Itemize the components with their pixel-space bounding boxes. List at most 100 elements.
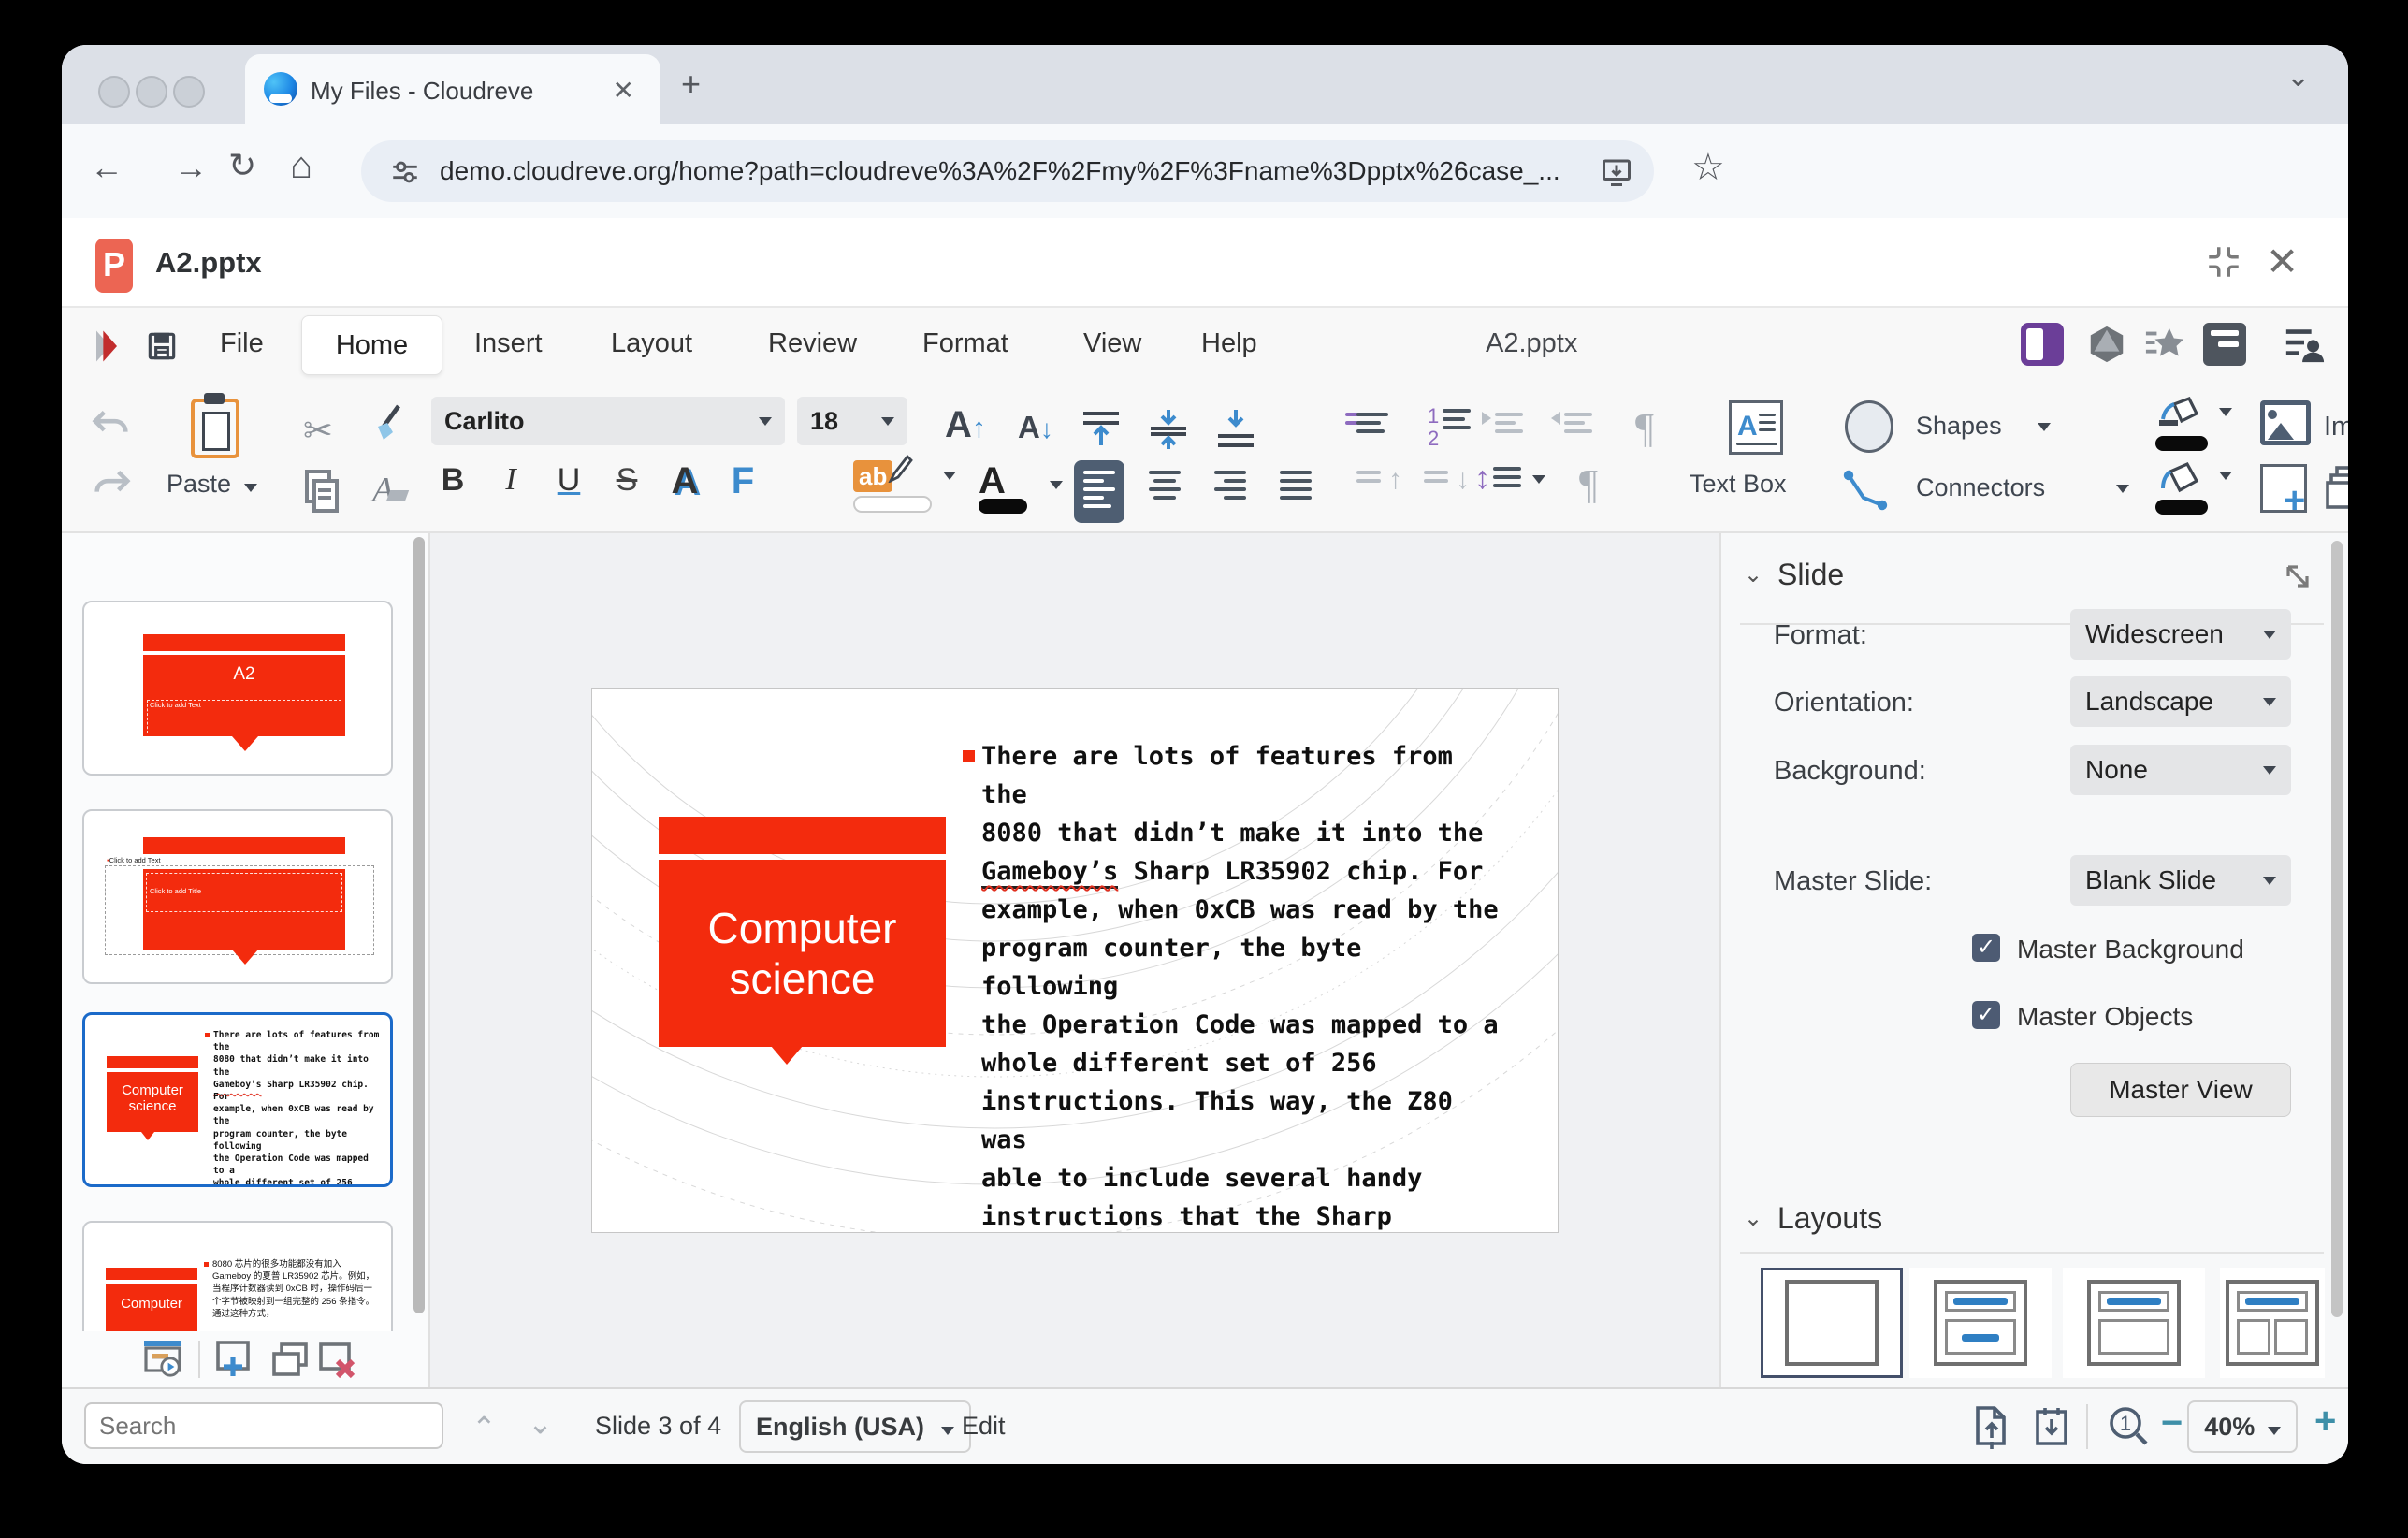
save-icon[interactable] [144,328,180,364]
background-select[interactable]: None [2070,745,2291,795]
slide-title-banner[interactable] [659,817,946,854]
duplicate-slide-button[interactable] [268,1339,312,1382]
underline-button[interactable]: U [547,462,590,499]
layout-option-title-subtitle[interactable] [1909,1268,2052,1378]
master-objects-checkbox[interactable]: ✓ [1972,1001,2000,1029]
numbering-button[interactable]: 12 [1429,404,1471,440]
slide-body-text[interactable]: There are lots of features from the 8080… [981,737,1505,1233]
delete-slide-button[interactable] [315,1339,358,1382]
line-spacing-button[interactable]: ↕ [1493,462,1521,497]
forward-icon[interactable]: → [174,151,208,184]
bullets-button[interactable] [1356,408,1388,443]
search-input[interactable] [84,1402,443,1449]
favorites-star-plugin-icon[interactable] [2144,323,2187,366]
superscript-a-button[interactable]: A [663,460,706,502]
master-background-checkbox[interactable]: ✓ [1972,934,2000,962]
shapes-icon[interactable] [1845,400,1893,453]
slide-title-box[interactable]: Computerscience [659,860,946,1047]
start-slideshow-icon[interactable] [140,1339,185,1380]
new-tab-button[interactable]: + [681,67,701,101]
align-middle-icon[interactable] [1145,408,1192,451]
site-info-icon[interactable] [389,156,421,188]
close-viewer-icon[interactable]: ✕ [2266,239,2299,284]
align-bottom-icon[interactable] [1212,408,1259,451]
image-label[interactable]: Ima [2324,412,2348,443]
align-right-button[interactable] [1214,466,1246,509]
layout-option-blank-selected[interactable] [1761,1268,1903,1378]
find-next-icon[interactable]: ⌃ [528,1404,553,1440]
shape-outline-color-button[interactable] [2155,397,2208,451]
shape-fill-color-button[interactable] [2155,460,2208,515]
window-close-button[interactable] [98,76,130,108]
zoom-level-select[interactable]: 40% [2187,1400,2298,1453]
slide-thumbnail-2[interactable]: ▪Click to add Text Click to add Title [82,809,393,984]
menu-insert[interactable]: Insert [474,328,543,359]
shapes-caret-icon[interactable] [2038,423,2051,431]
connectors-icon[interactable] [1841,468,1892,515]
copy-style-icon[interactable] [369,404,410,449]
layouts-section-chevron-icon[interactable]: ⌄ [1744,1205,1762,1232]
move-paragraph-up-icon[interactable]: ↑ [1356,466,1381,492]
slide-thumbnail-1[interactable]: A2 Click to add Text [82,601,393,776]
window-minimize-button[interactable] [136,76,167,108]
macros-card-icon[interactable] [2203,323,2246,366]
image-icon[interactable] [2260,400,2311,445]
url-text[interactable]: demo.cloudreve.org/home?path=cloudreve%3… [440,156,1560,186]
align-justify-button[interactable] [1280,466,1312,509]
slide-section-chevron-icon[interactable]: ⌄ [1744,561,1762,588]
menu-format[interactable]: Format [922,328,1008,359]
font-size-select[interactable]: 18 [797,397,907,445]
format-select[interactable]: Widescreen [2070,609,2291,660]
fit-slide-icon[interactable] [1970,1404,2013,1451]
paste-label[interactable]: Paste [167,470,257,499]
orientation-select[interactable]: Landscape [2070,676,2291,727]
insert-paragraph-icon[interactable]: ¶ [1635,404,1654,452]
cut-icon[interactable]: ✂ [303,410,333,452]
back-icon[interactable]: ← [90,151,123,184]
clear-style-icon[interactable]: A [372,470,407,511]
add-slide-icon[interactable]: + [2260,464,2307,513]
move-paragraph-down-icon[interactable]: ↓ [1424,466,1448,492]
fit-width-icon[interactable] [2030,1404,2073,1451]
layout-option-two-content[interactable] [2220,1268,2325,1378]
font-color-button[interactable]: A [979,460,1027,514]
menu-file[interactable]: File [220,328,264,359]
home-icon[interactable]: ⌂ [290,147,312,184]
align-left-button[interactable] [1074,460,1124,523]
layout-option-title-content[interactable] [2063,1268,2205,1378]
master-view-button[interactable]: Master View [2070,1063,2291,1117]
paragraph-settings-icon[interactable]: ¶ [1579,460,1598,508]
tab-search-chevron-icon[interactable]: ⌄ [2286,64,2310,92]
settings-scrollbar[interactable] [2331,541,2343,1317]
zoom-out-button[interactable]: − [2161,1402,2183,1444]
connectors-label[interactable]: Connectors [1916,473,2045,502]
shapes-label[interactable]: Shapes [1916,412,2002,441]
align-top-icon[interactable] [1078,408,1124,451]
collapse-icon[interactable] [2204,242,2243,282]
redo-icon[interactable] [90,466,133,503]
slide-layout-icon[interactable] [2326,464,2348,513]
connectors-caret-icon[interactable] [2116,485,2129,493]
align-center-button[interactable] [1149,466,1181,509]
thumbnails-scrollbar[interactable] [413,537,425,1313]
install-app-icon[interactable] [1600,155,1633,189]
menu-help[interactable]: Help [1201,328,1257,359]
field-button[interactable]: F [721,460,764,502]
decrease-indent-icon[interactable] [1564,408,1592,443]
address-bar[interactable]: demo.cloudreve.org/home?path=cloudreve%3… [361,140,1654,202]
text-box-icon[interactable]: A [1729,400,1783,455]
zoom-100-icon[interactable]: 1 [2107,1404,2152,1449]
menu-home-active[interactable]: Home [301,315,442,375]
add-slide-button[interactable] [212,1339,255,1382]
text-box-label[interactable]: Text Box [1690,470,1787,499]
master-slide-select[interactable]: Blank Slide [2070,855,2291,906]
slide-thumbnail-3-selected[interactable]: Computerscience There are lots of featur… [82,1012,393,1187]
reload-icon[interactable]: ↻ [228,149,256,182]
browser-tab[interactable]: My Files - Cloudreve ✕ [245,54,660,124]
menu-view[interactable]: View [1083,328,1141,359]
find-previous-icon[interactable]: ⌃ [471,1410,497,1445]
decrease-font-icon[interactable]: A↓ [1018,410,1053,445]
zoom-in-button[interactable]: + [2314,1400,2336,1443]
slide-canvas[interactable]: Computerscience There are lots of featur… [591,688,1559,1233]
increase-font-icon[interactable]: A↑ [945,404,986,446]
